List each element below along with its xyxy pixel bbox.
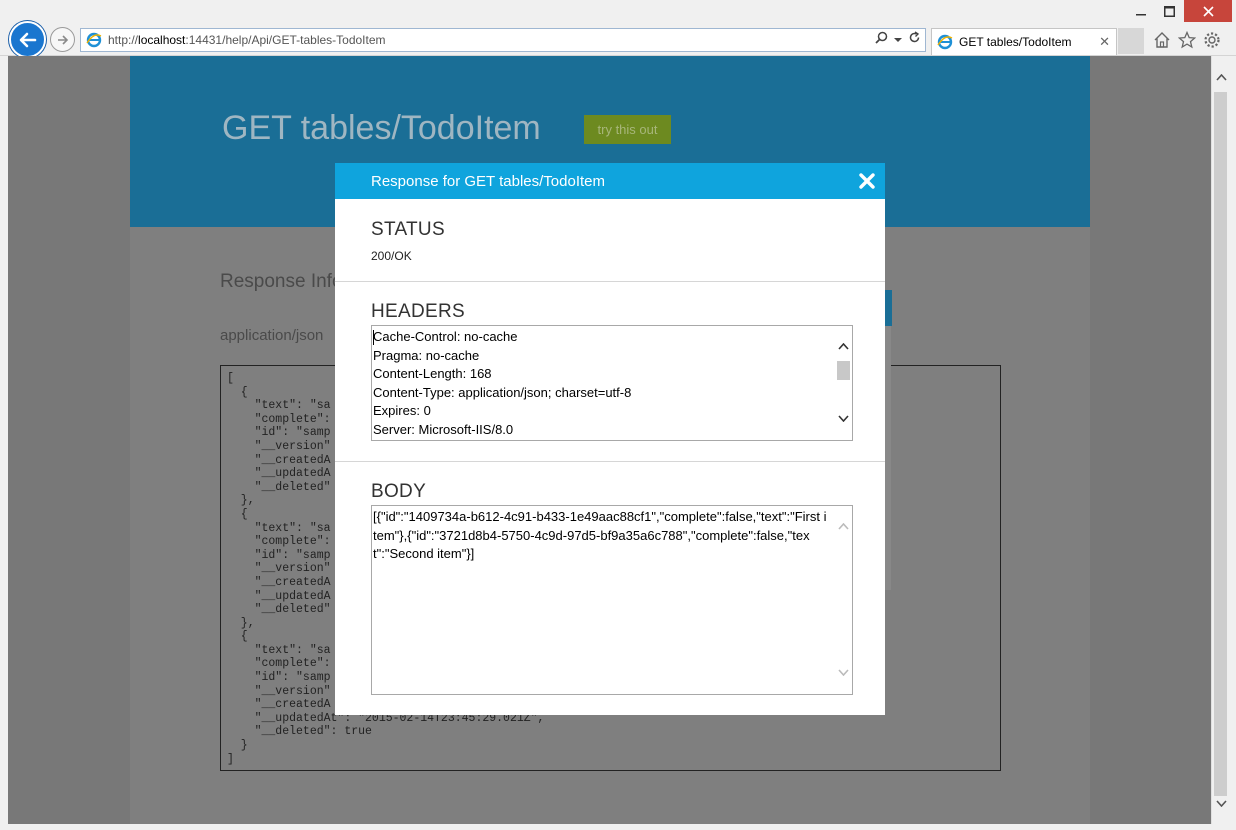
refresh-icon[interactable] xyxy=(908,31,921,47)
scroll-thumb[interactable] xyxy=(837,361,850,380)
content-type-label: application/json xyxy=(220,327,324,344)
response-info-heading: Response Info xyxy=(220,271,343,292)
scroll-down-icon[interactable] xyxy=(835,664,852,681)
body-textarea[interactable]: [{"id":"1409734a-b612-4c91-b433-1e49aac8… xyxy=(371,505,853,695)
tab-title: GET tables/TodoItem xyxy=(959,35,1072,49)
scroll-up-icon[interactable] xyxy=(835,338,852,355)
try-this-out-button[interactable]: try this out xyxy=(584,115,671,144)
address-bar[interactable]: http://localhost:14431/help/Api/GET-tabl… xyxy=(80,28,926,52)
minimize-icon[interactable] xyxy=(1128,0,1154,22)
body-scrollbar[interactable] xyxy=(835,506,852,694)
status-value: 200/OK xyxy=(371,249,412,263)
scroll-thumb[interactable] xyxy=(1214,92,1227,796)
ie-icon xyxy=(935,32,955,52)
header-line: Content-Length: 168 xyxy=(373,366,492,381)
scroll-down-icon[interactable] xyxy=(1212,794,1230,812)
modal-close-icon[interactable] xyxy=(855,169,879,193)
dropdown-icon[interactable] xyxy=(894,32,902,46)
headers-scrollbar[interactable] xyxy=(835,326,852,440)
new-tab-button[interactable] xyxy=(1118,28,1144,54)
header-line: Pragma: no-cache xyxy=(373,347,480,363)
tab-close-icon[interactable]: ✕ xyxy=(1099,34,1110,50)
headers-heading: HEADERS xyxy=(371,301,465,322)
back-icon[interactable] xyxy=(9,21,46,58)
url-text: http://localhost:14431/help/Api/GET-tabl… xyxy=(108,33,386,47)
body-heading: BODY xyxy=(371,481,427,502)
modal-title: Response for GET tables/TodoItem xyxy=(371,173,606,190)
headers-textarea[interactable]: Cache-Control: no-cache Pragma: no-cache… xyxy=(371,325,853,441)
home-icon[interactable] xyxy=(1151,29,1173,51)
page-scrollbar[interactable] xyxy=(1211,56,1229,824)
header-line: Server: Microsoft-IIS/8.0 xyxy=(373,421,514,437)
tab-active[interactable]: GET tables/TodoItem ✕ xyxy=(931,28,1117,55)
status-heading: STATUS xyxy=(371,219,445,240)
header-line: Cache-Control: no-cache xyxy=(373,329,518,344)
ie-icon xyxy=(84,30,104,50)
response-modal: Response for GET tables/TodoItem STATUS … xyxy=(335,163,885,715)
page-title: GET tables/TodoItem xyxy=(222,109,541,147)
scroll-up-icon[interactable] xyxy=(835,518,852,535)
divider xyxy=(335,281,885,282)
body-text: [{"id":"1409734a-b612-4c91-b433-1e49aac8… xyxy=(373,509,827,561)
browser-chrome: http://localhost:14431/help/Api/GET-tabl… xyxy=(0,0,1236,58)
header-line: Content-Type: application/json; charset=… xyxy=(373,384,632,400)
search-icon[interactable] xyxy=(875,31,888,47)
scroll-down-icon[interactable] xyxy=(835,410,852,427)
header-line: Expires: 0 xyxy=(373,403,431,418)
settings-icon[interactable] xyxy=(1201,29,1223,51)
headers-lines: Cache-Control: no-cache Pragma: no-cache… xyxy=(373,328,834,439)
divider xyxy=(335,461,885,462)
close-icon[interactable] xyxy=(1184,0,1232,22)
forward-icon[interactable] xyxy=(50,27,75,52)
scroll-up-icon[interactable] xyxy=(1212,68,1230,86)
modal-header: Response for GET tables/TodoItem xyxy=(335,163,885,199)
favorites-icon[interactable] xyxy=(1176,29,1198,51)
maximize-icon[interactable] xyxy=(1156,0,1182,22)
